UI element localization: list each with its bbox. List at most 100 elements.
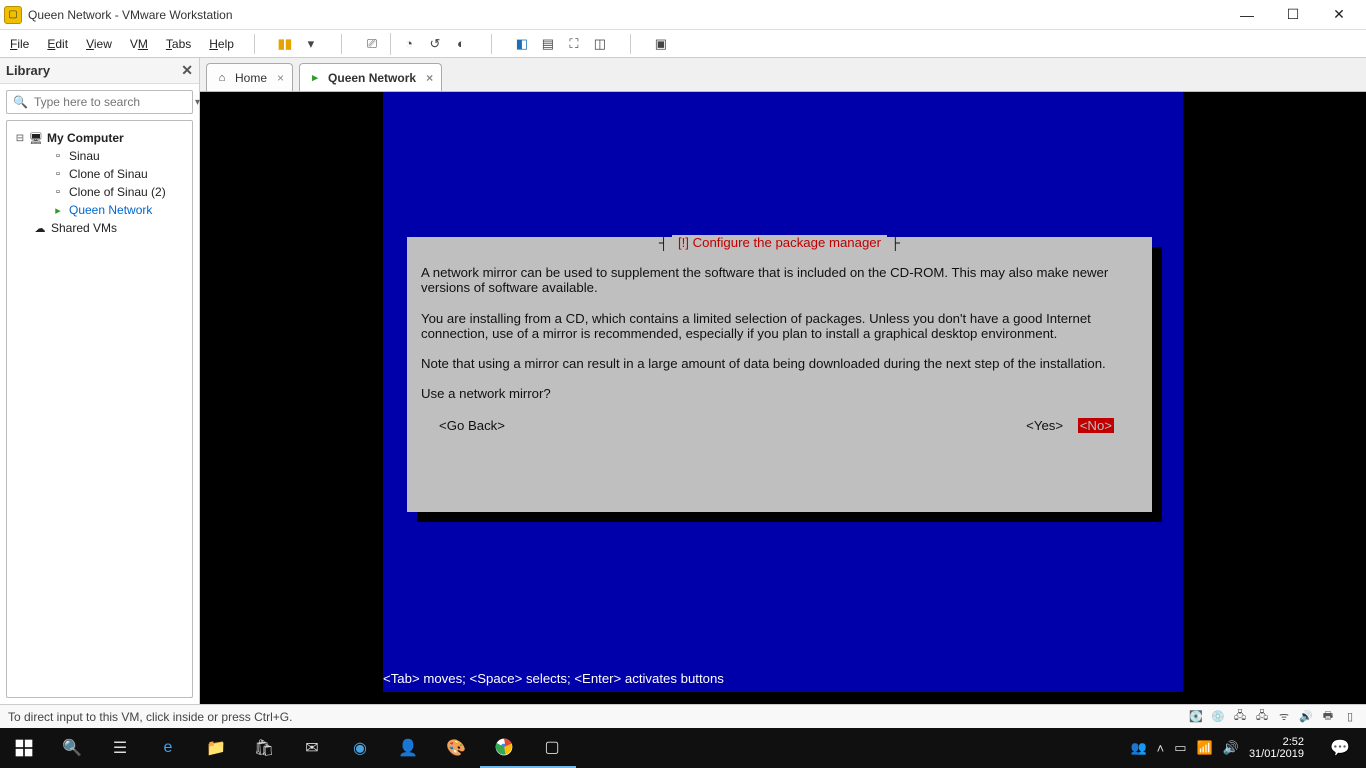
taskbar-app1[interactable]: ◉ [336, 728, 384, 768]
taskbar-app2[interactable]: 👤 [384, 728, 432, 768]
tree-item-queen-network[interactable]: ▸ Queen Network [15, 201, 184, 219]
menu-view[interactable]: View [84, 35, 114, 53]
vm-console[interactable]: ┤ [!] Configure the package manager ├ A … [200, 92, 1366, 704]
menu-vm[interactable]: VM [128, 35, 150, 53]
snapshot-manager-button[interactable]: ◐ [449, 33, 473, 55]
dialog-body: A network mirror can be used to suppleme… [421, 265, 1138, 402]
tray-chevron-icon[interactable]: ˄ [1157, 741, 1165, 756]
window-titlebar: ▢ Queen Network - VMware Workstation — ☐… [0, 0, 1366, 30]
tab-queen-network[interactable]: ▸ Queen Network × [299, 63, 442, 91]
tree-shared-label: Shared VMs [51, 221, 117, 235]
console-view-button[interactable]: ▣ [649, 33, 673, 55]
tree-my-computer[interactable]: ⊟ 🖥 My Computer [15, 129, 184, 147]
windows-taskbar: 🔍 ☰ e 📁 🛍 ✉ ◉ 👤 🎨 ▢ 👥 ˄ ▭ 📶 🔊 2:52 31/01… [0, 728, 1366, 768]
dialog-prompt: Use a network mirror? [421, 386, 551, 401]
thumbnail-button[interactable]: ▤ [536, 33, 560, 55]
menu-tabs[interactable]: Tabs [164, 35, 193, 53]
toolbar-power-group: ▮▮ ▾ [273, 33, 323, 55]
tree-item-clone-sinau[interactable]: ▫ Clone of Sinau [15, 165, 184, 183]
show-library-button[interactable]: ◧ [510, 33, 534, 55]
menubar: File Edit View VM Tabs Help ▮▮ ▾ ⎚ ◔ ↺ ◐… [0, 30, 1366, 58]
disk-icon[interactable]: 💽 [1188, 709, 1204, 725]
no-button[interactable]: <No> [1078, 418, 1114, 433]
tree-root-label: My Computer [47, 131, 124, 145]
people-icon[interactable]: 👥 [1130, 740, 1146, 756]
taskbar-chrome[interactable] [480, 728, 528, 768]
vm-icon: ▫ [51, 149, 65, 163]
printer-icon[interactable]: 🖶 [1320, 709, 1336, 725]
shared-icon: ☁ [33, 221, 47, 235]
library-tree: ⊟ 🖥 My Computer ▫ Sinau ▫ Clone of Sinau… [6, 120, 193, 698]
app-icon: ▢ [4, 6, 22, 24]
library-header: Library ✕ [0, 58, 199, 84]
home-icon: ⌂ [215, 71, 229, 85]
tab-close-icon[interactable]: × [277, 71, 284, 85]
toolbar-snapshot-group: ⎚ ◔ ↺ ◐ [360, 33, 473, 55]
taskbar-explorer[interactable]: 📁 [192, 728, 240, 768]
computer-icon: 🖥 [29, 131, 43, 145]
library-search[interactable]: 🔍 ▾ [6, 90, 193, 114]
vm-icon: ▫ [51, 185, 65, 199]
wifi-icon[interactable]: 📶 [1197, 740, 1213, 756]
menu-edit[interactable]: Edit [45, 35, 70, 53]
send-ctrl-alt-del-button[interactable]: ⎚ [360, 33, 384, 55]
network-icon[interactable]: 🖧 [1232, 709, 1248, 725]
dialog-title: [!] Configure the package manager [672, 235, 887, 250]
taskbar-edge[interactable]: e [144, 728, 192, 768]
snapshot-revert-button[interactable]: ↺ [423, 33, 447, 55]
tree-item-label: Clone of Sinau (2) [69, 185, 166, 199]
taskbar-vmware[interactable]: ▢ [528, 728, 576, 768]
tree-shared-vms[interactable]: ☁ Shared VMs [15, 219, 184, 237]
close-button[interactable]: ✕ [1316, 0, 1362, 30]
start-button[interactable] [0, 728, 48, 768]
tab-close-icon[interactable]: × [426, 71, 433, 85]
fullscreen-button[interactable]: ⛶ [562, 33, 586, 55]
battery-icon[interactable]: ▭ [1174, 740, 1186, 756]
clock-time: 2:52 [1249, 736, 1304, 748]
unity-button[interactable]: ◫ [588, 33, 612, 55]
notification-center-button[interactable]: 💬 [1320, 728, 1360, 768]
vm-screen[interactable]: ┤ [!] Configure the package manager ├ A … [383, 92, 1183, 692]
pause-button[interactable]: ▮▮ [273, 33, 297, 55]
taskbar-app3[interactable]: 🎨 [432, 728, 480, 768]
task-view-button[interactable]: ☰ [96, 728, 144, 768]
maximize-button[interactable]: ☐ [1270, 0, 1316, 30]
usb-icon[interactable]: ᯤ [1276, 709, 1292, 725]
taskbar-clock[interactable]: 2:52 31/01/2019 [1249, 736, 1310, 760]
tab-home[interactable]: ⌂ Home × [206, 63, 293, 91]
tree-item-sinau[interactable]: ▫ Sinau [15, 147, 184, 165]
tree-twisty-icon[interactable]: ⊟ [15, 133, 25, 144]
main-area: Library ✕ 🔍 ▾ ⊟ 🖥 My Computer ▫ Sinau ▫ [0, 58, 1366, 704]
content-area: ⌂ Home × ▸ Queen Network × ┤ [!] Configu… [200, 58, 1366, 704]
toolbar-view-group: ◧ ▤ ⛶ ◫ [510, 33, 612, 55]
taskbar-store[interactable]: 🛍 [240, 728, 288, 768]
minimize-button[interactable]: — [1224, 0, 1270, 30]
menu-help[interactable]: Help [207, 35, 236, 53]
go-back-button[interactable]: <Go Back> [439, 418, 505, 433]
message-icon[interactable]: ▯ [1342, 709, 1358, 725]
network2-icon[interactable]: 🖧 [1254, 709, 1270, 725]
menu-file[interactable]: File [8, 35, 31, 53]
taskbar-mail[interactable]: ✉ [288, 728, 336, 768]
vm-tab-icon: ▸ [308, 71, 322, 85]
volume-icon[interactable]: 🔊 [1223, 740, 1239, 756]
statusbar: To direct input to this VM, click inside… [0, 704, 1366, 728]
window-title: Queen Network - VMware Workstation [28, 8, 233, 22]
library-close-button[interactable]: ✕ [181, 62, 193, 79]
yes-button[interactable]: <Yes> [1026, 418, 1063, 433]
snapshot-take-button[interactable]: ◔ [397, 33, 421, 55]
search-icon: 🔍 [13, 95, 28, 109]
dialog-para2: You are installing from a CD, which cont… [421, 311, 1095, 341]
cd-icon[interactable]: 💿 [1210, 709, 1226, 725]
vm-device-tray: 💽 💿 🖧 🖧 ᯤ 🔊 🖶 ▯ [1188, 709, 1358, 725]
cortana-search-button[interactable]: 🔍 [48, 728, 96, 768]
tab-active-label: Queen Network [328, 71, 416, 85]
search-input[interactable] [34, 95, 189, 109]
power-dropdown[interactable]: ▾ [299, 33, 323, 55]
dialog-para1: A network mirror can be used to suppleme… [421, 265, 1112, 295]
tree-item-clone-sinau-2[interactable]: ▫ Clone of Sinau (2) [15, 183, 184, 201]
toolbar-separator [341, 34, 342, 54]
sound-icon[interactable]: 🔊 [1298, 709, 1314, 725]
vm-icon: ▫ [51, 167, 65, 181]
toolbar-separator [491, 34, 492, 54]
